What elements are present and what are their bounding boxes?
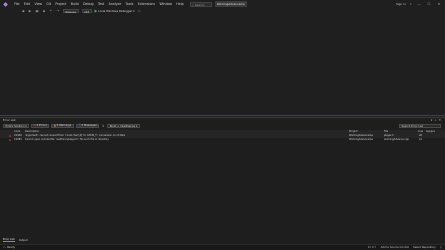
menu-window[interactable]: Window (157, 2, 174, 6)
column-suppression-state[interactable]: Suppre (426, 130, 435, 134)
table-row[interactable]: ⊗ C1083 Cannot open include file: 'ssoft… (0, 138, 445, 142)
forward-icon[interactable]: ▶ (28, 9, 32, 13)
play-icon: ▶ (94, 9, 98, 13)
error-list-search-input[interactable]: Search Error List (399, 123, 441, 129)
back-icon[interactable]: ◀ (21, 9, 25, 13)
column-file[interactable]: File (384, 130, 388, 134)
scope-select[interactable]: Entire Solution ▾ (3, 123, 30, 129)
status-right-area: 0 / 0 ↑ Add to Source Control Select Rep… (368, 246, 442, 249)
platform-select[interactable]: x64 (81, 8, 92, 14)
search-label: Search (194, 2, 205, 7)
menu-build[interactable]: Build (69, 2, 81, 6)
search-box[interactable]: ⌕ Search (189, 1, 212, 7)
menu-project[interactable]: Project (53, 2, 68, 6)
close-button[interactable]: ✕ (436, 2, 442, 6)
editor-area[interactable] (0, 14, 445, 115)
error-icon: ⊗ (33, 124, 36, 128)
error-icon: ⊗ (9, 138, 12, 142)
panel-close-icon[interactable]: ✕ (439, 118, 441, 122)
error-grid-header: Code Description Project File Line Suppr… (0, 129, 445, 134)
info-icon: ⓘ (78, 124, 81, 128)
messages-label: 0 Messages (81, 124, 97, 128)
menu-analyze[interactable]: Analyze (106, 2, 123, 6)
panel-options-icon[interactable]: ▾ (431, 118, 432, 122)
build-filter-select[interactable]: Build + IntelliSense ▾ (107, 123, 140, 129)
menu-file[interactable]: File (12, 2, 22, 6)
error-line: 12 (419, 138, 423, 141)
error-project: WorkingAdvanceme (349, 138, 373, 141)
build-filter-label: Build + IntelliSense (109, 124, 136, 128)
chevron-down-icon: ▾ (135, 124, 138, 128)
status-ready: Ready (6, 246, 16, 249)
panel-header: Error List ▾ ⊥ ✕ (0, 118, 445, 123)
error-code: C1083 (14, 138, 22, 141)
menu-git[interactable]: Git (44, 2, 53, 6)
column-description[interactable]: Description (25, 130, 39, 134)
run-button[interactable]: ▶ Local Windows Debugger ▾ (95, 9, 135, 13)
column-project[interactable]: Project (349, 130, 358, 134)
status-ready-icon: ▭ (3, 246, 6, 249)
start-without-debugging-icon[interactable]: ▷ (138, 9, 142, 13)
tab-output[interactable]: Output (19, 239, 28, 242)
menu-tools[interactable]: Tools (123, 2, 135, 6)
live-share-icon[interactable]: ⇪ (410, 2, 412, 6)
sign-in-link[interactable]: Sign in (396, 2, 406, 6)
menu-edit[interactable]: Edit (22, 2, 33, 6)
add-to-source-control[interactable]: Add to Source Control (381, 246, 409, 249)
scope-label: Entire Solution (5, 124, 25, 128)
error-list-toolbar: Entire Solution ▾ ⊗ 2 Errors ▲ 0 Warning… (0, 123, 445, 129)
title-bar: ◆ File Edit View Git Project Build Debug… (0, 0, 445, 8)
status-bar: ▭ Ready 0 / 0 ↑ Add to Source Control Se… (0, 244, 445, 250)
search-placeholder: Search Error List (401, 124, 423, 128)
panel-splitter[interactable] (0, 115, 445, 116)
warnings-filter-toggle[interactable]: ▲ 0 Warnings (51, 123, 74, 129)
warnings-label: 0 Warnings (56, 124, 72, 128)
menu-help[interactable]: Help (174, 2, 186, 6)
menu-view[interactable]: View (32, 2, 44, 6)
warning-icon: ▲ (53, 124, 56, 128)
pin-icon[interactable]: ⊥ (434, 118, 436, 122)
errors-label: 2 Errors (36, 124, 47, 128)
save-icon[interactable]: ▪ (42, 9, 46, 13)
column-code[interactable]: Code (14, 130, 20, 134)
title-right-area: Sign in ⇪ — ☐ ✕ (396, 2, 442, 6)
menu-extensions[interactable]: Extensions (136, 2, 158, 6)
configuration-select[interactable]: Release (63, 8, 79, 14)
status-lines[interactable]: 0 / 0 ↑ (368, 246, 377, 249)
search-icon: ⌕ (192, 2, 194, 7)
panel-header-icons: ▾ ⊥ ✕ (431, 118, 441, 122)
minimize-button[interactable]: — (416, 2, 422, 6)
error-file: workingAdvance.cpp (384, 138, 409, 141)
panel-title: Error List (3, 118, 16, 123)
menu-debug[interactable]: Debug (81, 2, 96, 6)
messages-filter-toggle[interactable]: ⓘ 0 Messages (75, 123, 100, 129)
errors-filter-toggle[interactable]: ⊗ 2 Errors (31, 123, 50, 129)
notifications-bell-icon[interactable]: ♫ (440, 246, 442, 249)
solution-name-badge: WorkingAdvanceme (214, 1, 247, 7)
new-item-icon[interactable]: ▣ (35, 9, 39, 13)
visual-studio-logo-icon: ◆ (3, 0, 8, 8)
run-label: Local Windows Debugger (98, 9, 133, 13)
maximize-button[interactable]: ☐ (426, 2, 432, 6)
tab-error-list[interactable]: Error List (3, 238, 15, 242)
select-repository[interactable]: Select Repository (413, 246, 436, 249)
chevron-down-icon: ▾ (133, 9, 135, 13)
undo-icon[interactable]: ↶ (49, 9, 53, 13)
error-description: Cannot open include file: 'ssoft/incs/pl… (25, 138, 109, 141)
column-line[interactable]: Line (418, 130, 423, 134)
chevron-down-icon: ▾ (25, 124, 27, 128)
filter-icon[interactable]: ⊻ (101, 124, 105, 128)
redo-icon[interactable]: ↷ (56, 9, 60, 13)
menu-test[interactable]: Test (96, 2, 107, 6)
panel-tab-strip: Error List Output (0, 237, 445, 243)
error-list-panel: Error List ▾ ⊥ ✕ Entire Solution ▾ ⊗ 2 E… (0, 117, 445, 243)
